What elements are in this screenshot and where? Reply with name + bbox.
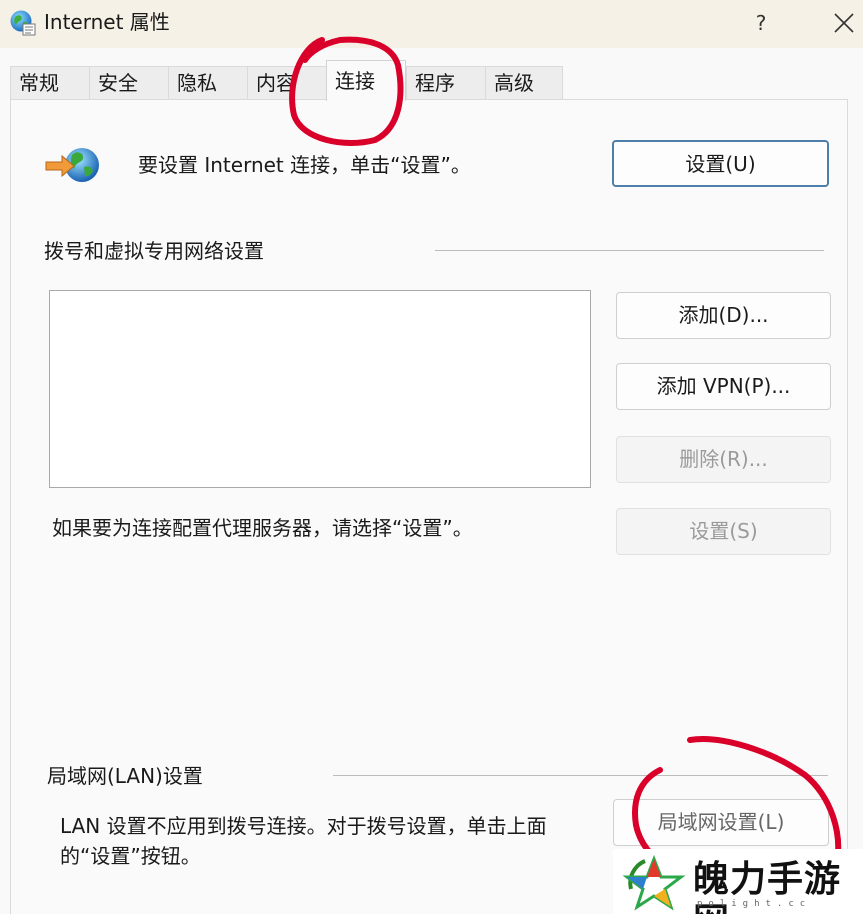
lan-divider: [333, 775, 828, 776]
remove-button[interactable]: 删除(R)...: [616, 436, 831, 483]
setup-instruction: 要设置 Internet 连接，单击“设置”。: [138, 153, 471, 177]
internet-globe-icon: [10, 10, 36, 36]
add-vpn-button[interactable]: 添加 VPN(P)...: [616, 363, 831, 410]
tab-general[interactable]: 常规: [10, 66, 90, 100]
tab-privacy[interactable]: 隐私: [168, 66, 248, 100]
title-bar: Internet 属性 ?: [0, 0, 863, 48]
add-button[interactable]: 添加(D)...: [616, 292, 831, 339]
watermark-subtext: polight.cc: [697, 899, 812, 909]
tab-security[interactable]: 安全: [89, 66, 169, 100]
dialup-heading: 拨号和虚拟专用网络设置: [44, 239, 264, 263]
lan-settings-button[interactable]: 局域网设置(L): [613, 799, 829, 846]
connection-list[interactable]: [49, 290, 591, 488]
proxy-instruction: 如果要为连接配置代理服务器，请选择“设置”。: [52, 516, 473, 540]
tab-advanced[interactable]: 高级: [485, 66, 563, 100]
setup-button[interactable]: 设置(U): [612, 140, 829, 187]
dialup-divider: [435, 250, 824, 251]
tab-content[interactable]: 内容: [247, 66, 327, 100]
close-icon[interactable]: [823, 4, 863, 40]
watermark-star-logo: [622, 854, 686, 911]
help-button[interactable]: ?: [745, 8, 777, 38]
lan-heading: 局域网(LAN)设置: [47, 764, 203, 788]
tab-programs[interactable]: 程序: [406, 66, 486, 100]
watermark: 魄力手游网 polight.cc: [613, 849, 863, 914]
connections-panel: [10, 99, 848, 914]
lan-description: LAN 设置不应用到拨号连接。对于拨号设置，单击上面的“设置”按钮。: [60, 814, 547, 868]
network-setup-icon: [45, 148, 99, 182]
tab-strip: 常规 安全 隐私 内容 连接 程序 高级: [0, 48, 863, 101]
window-title: Internet 属性: [44, 10, 170, 34]
connection-settings-button[interactable]: 设置(S): [616, 508, 831, 555]
tab-connections[interactable]: 连接: [326, 60, 406, 101]
